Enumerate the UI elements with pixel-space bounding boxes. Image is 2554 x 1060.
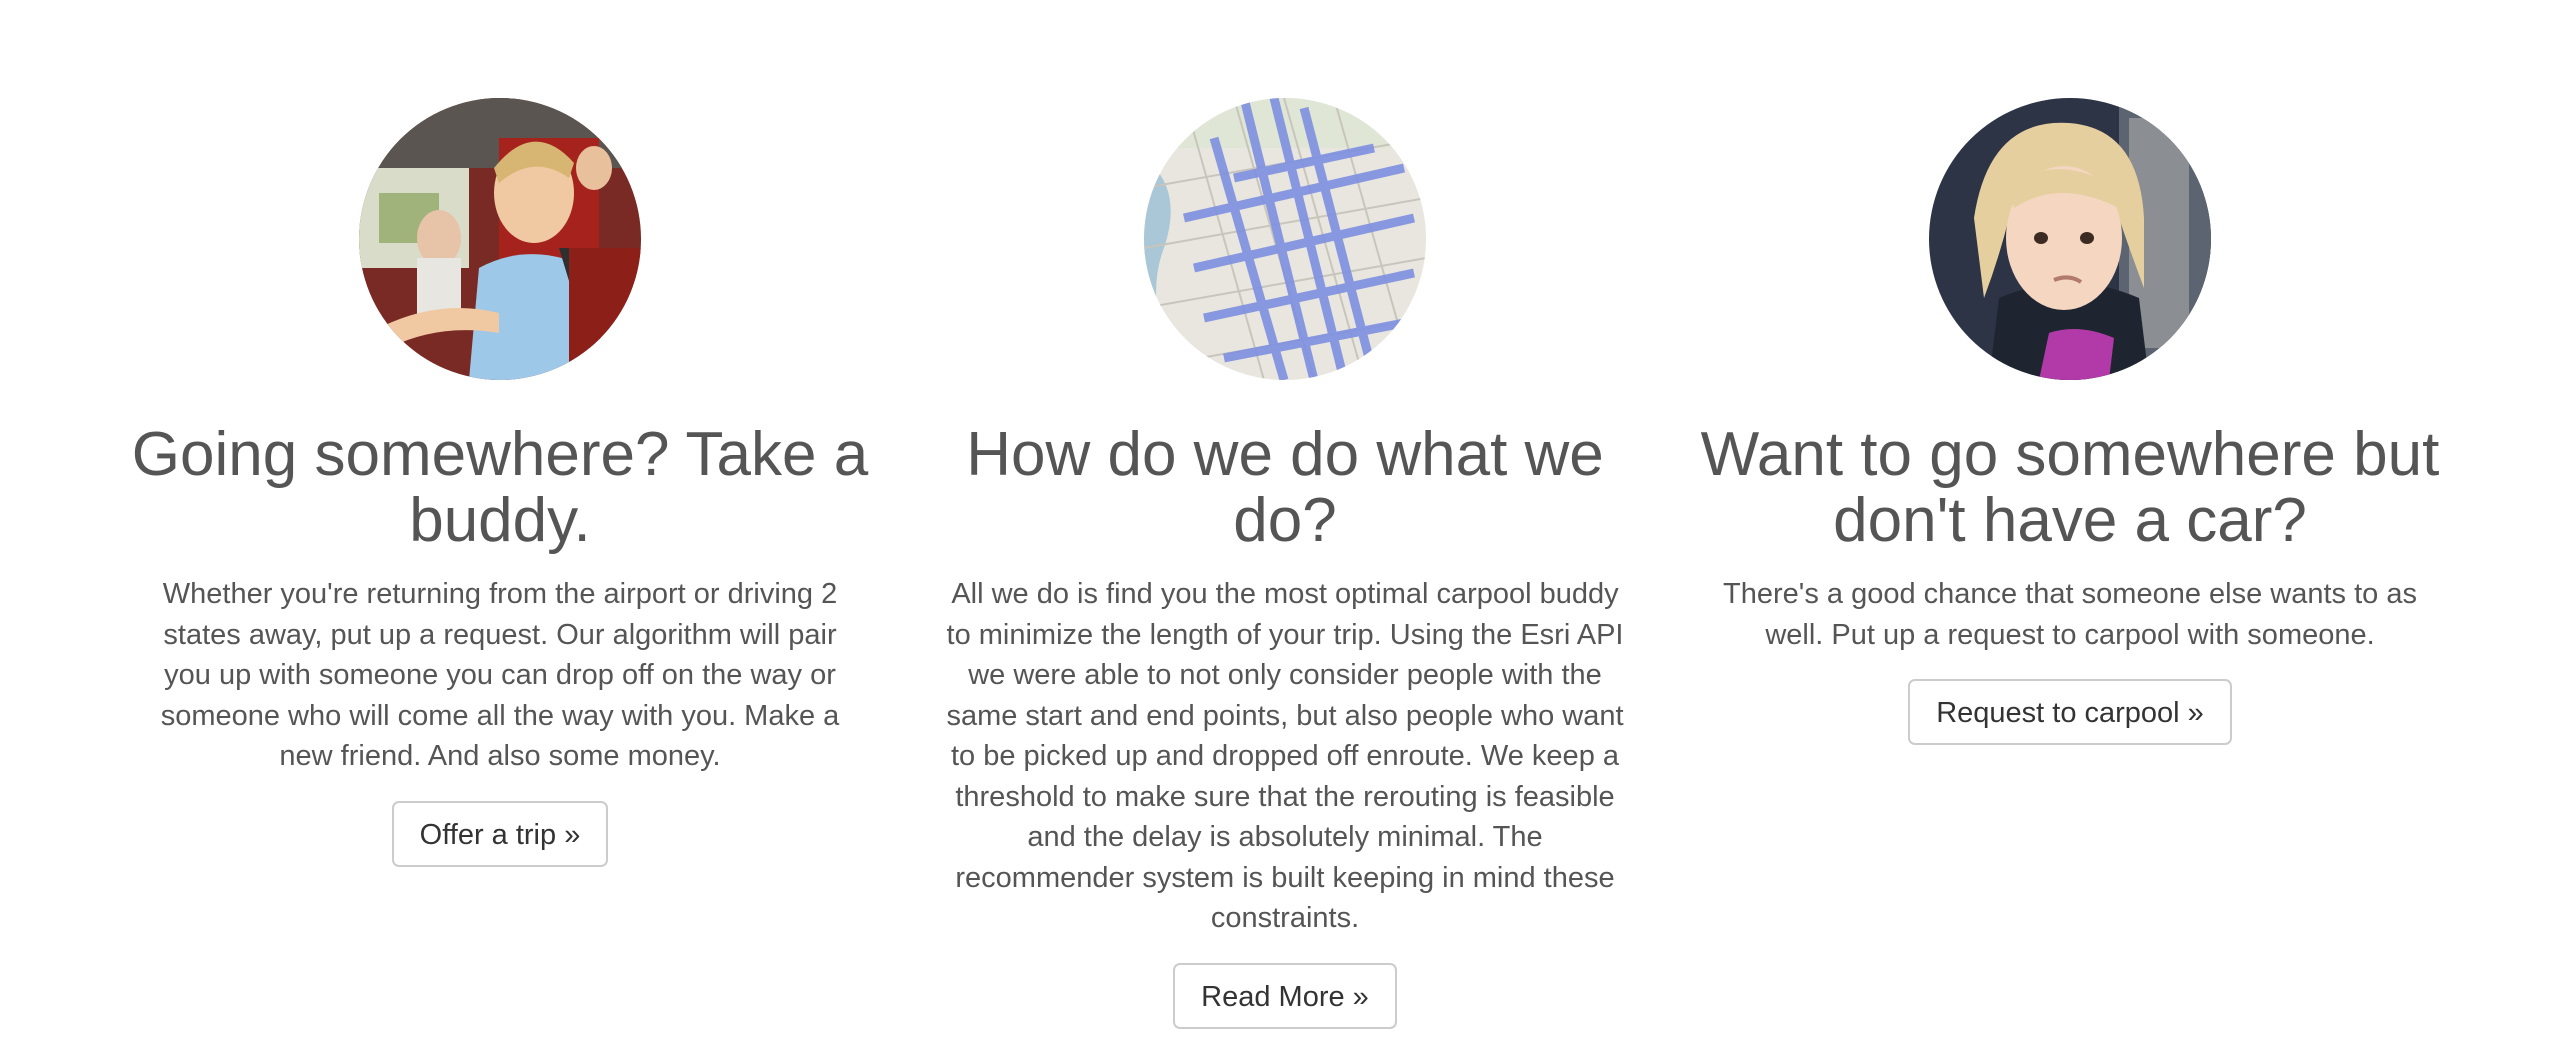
request-carpool-button[interactable]: Request to carpool » — [1908, 679, 2232, 745]
feature-heading: How do we do what we do? — [966, 420, 1604, 555]
features-row: Going somewhere? Take a buddy. Whether y… — [0, 0, 2554, 1060]
people-in-car-photo — [359, 98, 641, 380]
feature-heading: Going somewhere? Take a buddy. — [131, 420, 869, 555]
offer-trip-button[interactable]: Offer a trip » — [391, 800, 609, 867]
feature-heading: Want to go somewhere but don't have a ca… — [1700, 420, 2440, 555]
feature-how-it-works: How do we do what we do? All we do is fi… — [915, 98, 1655, 1029]
feature-description: All we do is find you the most optimal c… — [946, 578, 1624, 934]
feature-offer-trip: Going somewhere? Take a buddy. Whether y… — [130, 98, 870, 867]
feature-description: Whether you're returning from the airpor… — [160, 578, 840, 772]
child-in-car-seat-photo — [1929, 98, 2211, 380]
read-more-button[interactable]: Read More » — [1173, 962, 1397, 1029]
feature-description: There's a good chance that someone else … — [1723, 578, 2417, 651]
feature-request-carpool: Want to go somewhere but don't have a ca… — [1700, 98, 2440, 745]
city-map-photo — [1144, 98, 1426, 380]
